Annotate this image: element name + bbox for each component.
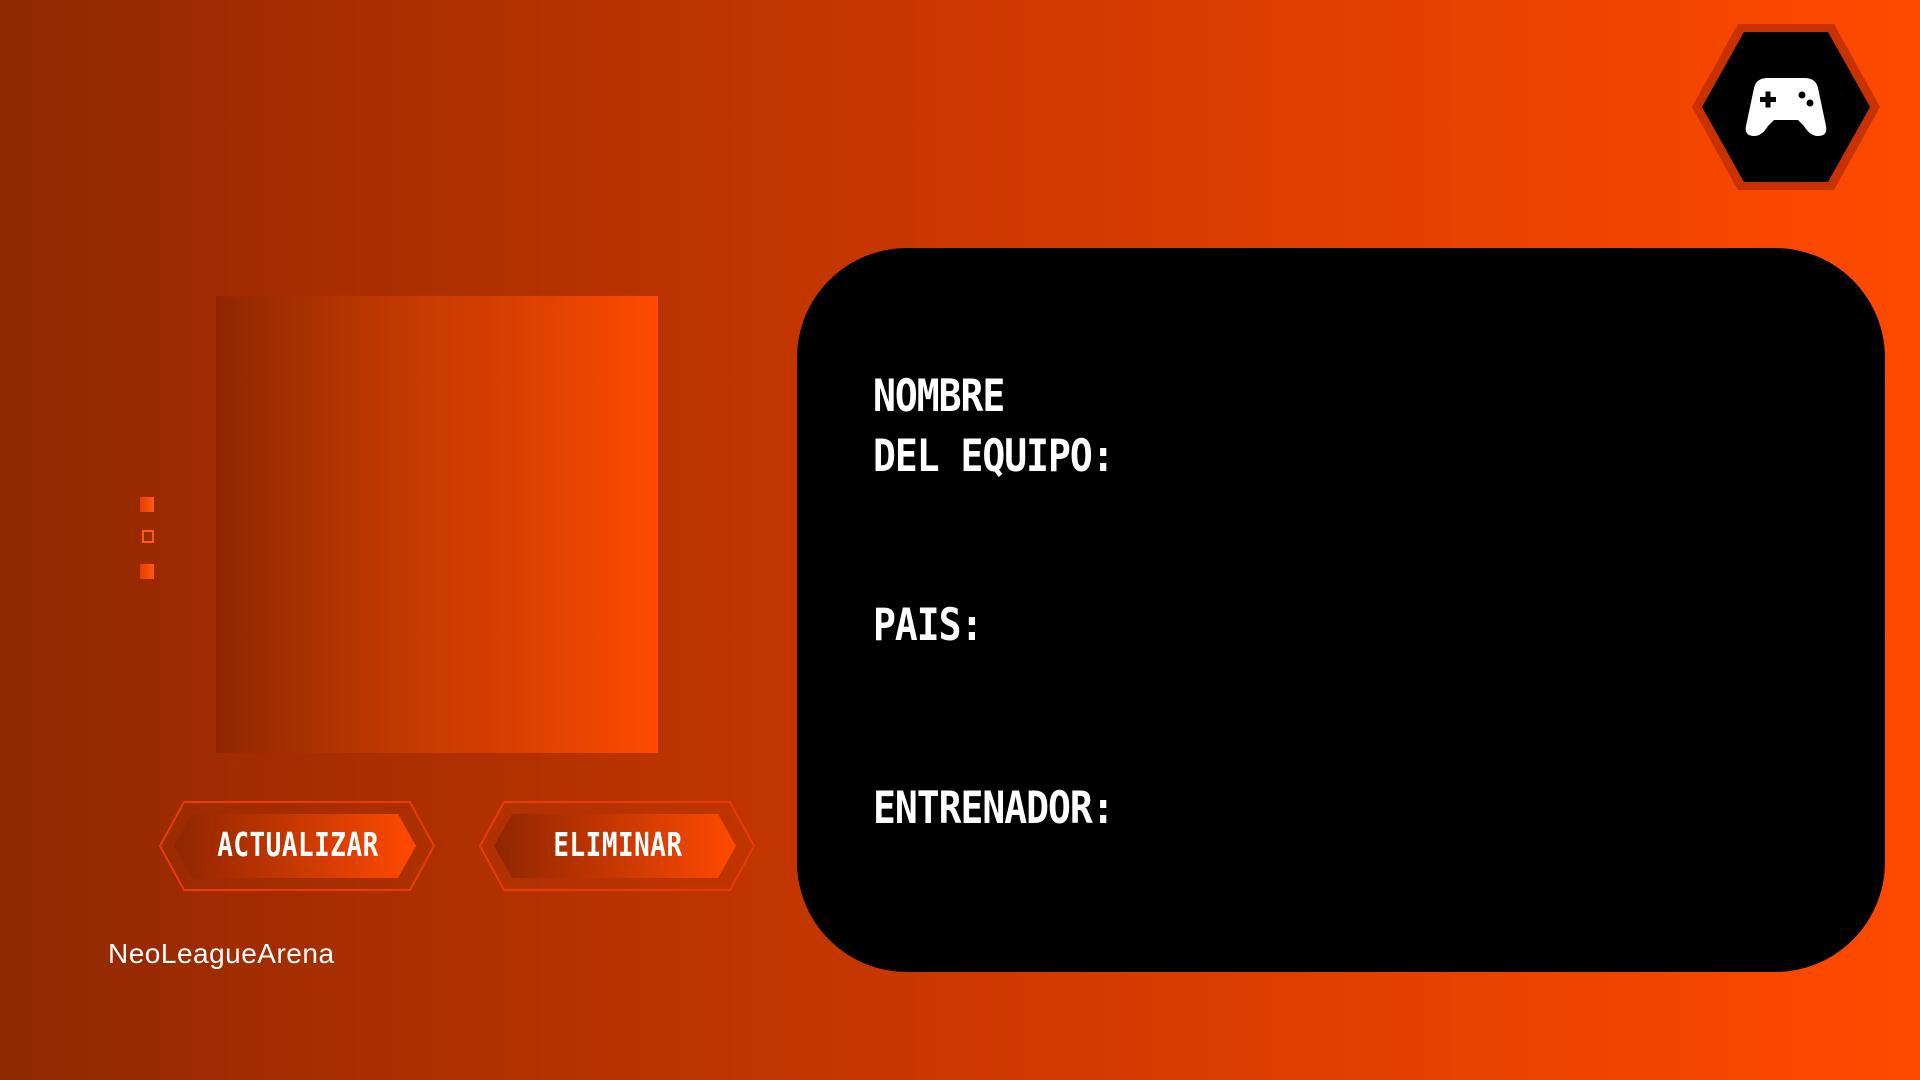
team-name-label: NOMBRE DEL EQUIPO: (873, 366, 1115, 486)
side-indicator (140, 497, 156, 587)
logo-hexagon (1692, 24, 1880, 190)
country-value[interactable] (1157, 593, 1837, 653)
coach-label: ENTRENADOR: (873, 781, 1115, 834)
update-button-label: ACTUALIZAR (217, 827, 379, 865)
team-image-placeholder[interactable] (216, 296, 658, 753)
brand-name: NeoLeagueArena (108, 938, 335, 969)
update-button[interactable]: ACTUALIZAR (158, 800, 438, 892)
indicator-dot (142, 530, 154, 543)
country-label: PAIS: (873, 598, 983, 651)
logo-badge (1690, 22, 1882, 192)
delete-button-label: ELIMINAR (553, 827, 683, 865)
team-info-card: NOMBRE DEL EQUIPO: PAIS: ENTRENADOR: (797, 248, 1885, 972)
delete-button[interactable]: ELIMINAR (478, 800, 758, 892)
indicator-dot (140, 497, 154, 512)
team-name-value[interactable] (1157, 408, 1837, 468)
indicator-dot (140, 564, 154, 579)
team-name-label-line1: NOMBRE (873, 369, 1005, 422)
coach-value[interactable] (1157, 776, 1837, 836)
team-name-label-line2: DEL EQUIPO: (873, 429, 1115, 482)
